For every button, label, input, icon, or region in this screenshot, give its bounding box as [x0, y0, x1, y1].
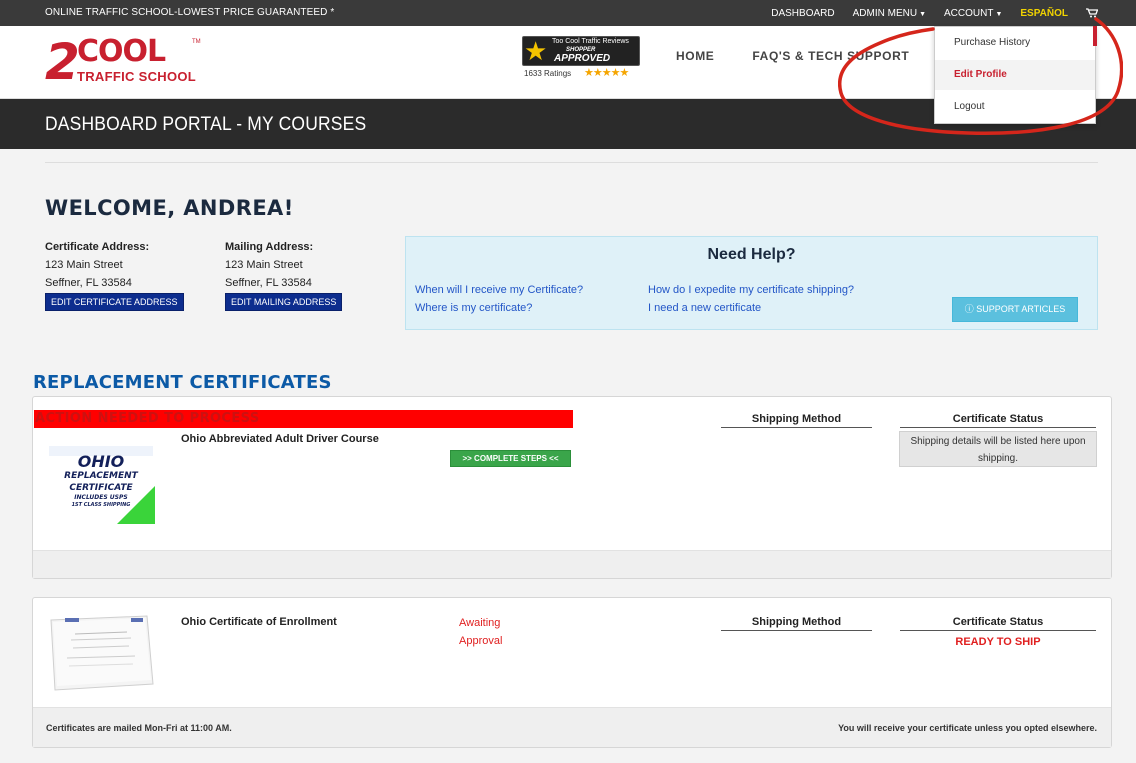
- support-articles-label: SUPPORT ARTICLES: [976, 304, 1066, 314]
- shipping-details-note: Shipping details will be listed here upo…: [899, 431, 1097, 467]
- badge-ratings: 1633 Ratings: [524, 69, 572, 78]
- certificate-address-line2: Seffner, FL 33584: [45, 277, 132, 289]
- thumb-certificate: CERTIFICATE: [69, 483, 133, 493]
- action-needed-banner: ACTION NEEDED TO PROCESS: [34, 410, 573, 428]
- red-circle-annotation: [838, 17, 1123, 135]
- mailing-schedule-note: Certificates are mailed Mon-Fri at 11:00…: [46, 723, 232, 733]
- awaiting-label: Awaiting: [459, 617, 501, 629]
- logo-trademark: TM: [192, 39, 201, 45]
- thumb-shipping: 1ST CLASS SHIPPING: [71, 502, 131, 508]
- mailing-address-label: Mailing Address:: [225, 241, 314, 253]
- help-link-receive-certificate[interactable]: When will I receive my Certificate?: [415, 284, 583, 296]
- divider: [45, 162, 1098, 163]
- logo-cool: COOL: [77, 34, 166, 69]
- shipping-method-header: Shipping Method: [721, 616, 872, 631]
- logo-subtitle: TRAFFIC SCHOOL: [77, 69, 197, 84]
- certificate-status-header: Certificate Status: [900, 413, 1096, 428]
- course-card-abbreviated: ACTION NEEDED TO PROCESS OHIO REPLACEMEN…: [32, 396, 1112, 579]
- certificate-status-header: Certificate Status: [900, 616, 1096, 631]
- help-link-new-certificate[interactable]: I need a new certificate: [648, 302, 761, 314]
- thumb-ohio: OHIO: [77, 452, 125, 471]
- rating-stars-icon: ★★★★★: [584, 67, 629, 79]
- promo-text: ONLINE TRAFFIC SCHOOL-LOWEST PRICE GUARA…: [45, 7, 335, 18]
- mailing-address-line1: 123 Main Street: [225, 259, 303, 271]
- thumb-replacement: REPLACEMENT: [64, 471, 138, 481]
- mailing-address-line2: Seffner, FL 33584: [225, 277, 312, 289]
- course-title[interactable]: Ohio Certificate of Enrollment: [181, 616, 337, 628]
- edit-certificate-address-button[interactable]: EDIT CERTIFICATE ADDRESS: [45, 293, 184, 311]
- badge-line1: Too Cool Traffic Reviews: [552, 38, 629, 45]
- course-card-enrollment: Ohio Certificate of Enrollment Awaiting …: [32, 597, 1112, 748]
- welcome-heading: WELCOME, ANDREA!: [45, 196, 294, 220]
- page-title: DASHBOARD PORTAL - MY COURSES: [45, 114, 367, 135]
- site-logo[interactable]: 2 COOL TRAFFIC SCHOOL TM: [45, 33, 201, 94]
- card-footer: Certificates are mailed Mon-Fri at 11:00…: [33, 707, 1111, 747]
- enrollment-thumbnail: [50, 615, 154, 691]
- help-link-expedite-shipping[interactable]: How do I expedite my certificate shippin…: [648, 284, 854, 296]
- course-title[interactable]: Ohio Abbreviated Adult Driver Course: [181, 433, 379, 445]
- ohio-replacement-certificate-image: OHIO REPLACEMENT CERTIFICATE INCLUDES US…: [47, 444, 155, 524]
- need-help-panel: Need Help? When will I receive my Certif…: [405, 236, 1098, 330]
- certificate-of-enrollment-image: [47, 614, 155, 692]
- certificate-address-label: Certificate Address:: [45, 241, 150, 253]
- awaiting-approval-status: Awaiting Approval: [459, 614, 502, 650]
- receive-certificate-note: You will receive your certificate unless…: [838, 723, 1097, 733]
- replacement-certificates-title: REPLACEMENT CERTIFICATES: [33, 372, 332, 393]
- need-help-title: Need Help?: [707, 246, 796, 263]
- certificate-address-line1: 123 Main Street: [45, 259, 123, 271]
- star-icon: ★: [524, 36, 548, 66]
- shipping-method-header: Shipping Method: [721, 413, 872, 428]
- thumb-includes: INCLUDES USPS: [74, 494, 128, 501]
- certificate-address-block: Certificate Address: 123 Main Street Sef…: [45, 238, 184, 311]
- logo-two: 2: [45, 33, 80, 91]
- info-icon: ⓘ: [964, 304, 977, 314]
- support-articles-button[interactable]: ⓘ SUPPORT ARTICLES: [952, 297, 1078, 322]
- nav-home[interactable]: HOME: [676, 49, 714, 63]
- approval-label: Approval: [459, 635, 503, 647]
- edit-mailing-address-button[interactable]: EDIT MAILING ADDRESS: [225, 293, 343, 311]
- card-footer: [33, 550, 1111, 578]
- ready-to-ship-status: READY TO SHIP: [955, 636, 1041, 648]
- complete-steps-button[interactable]: >> COMPLETE STEPS <<: [450, 450, 571, 467]
- badge-line3: APPROVED: [554, 53, 611, 64]
- dashboard-link[interactable]: DASHBOARD: [771, 8, 834, 19]
- shopper-approved-badge[interactable]: ★ Too Cool Traffic Reviews SHOPPER APPRO…: [522, 36, 640, 80]
- mailing-address-block: Mailing Address: 123 Main Street Seffner…: [225, 238, 343, 311]
- help-link-where-certificate[interactable]: Where is my certificate?: [415, 302, 532, 314]
